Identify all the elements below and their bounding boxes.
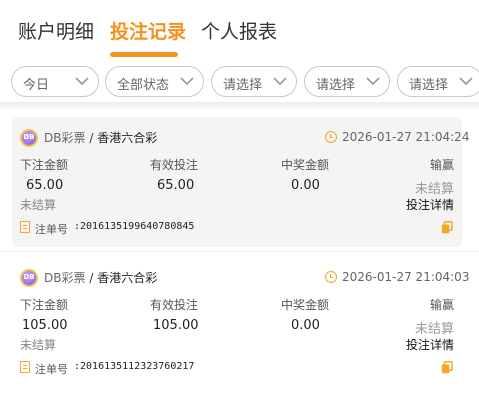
status-filter-value: 全部状态 <box>117 78 170 93</box>
chevron-down-icon <box>366 77 380 86</box>
valid-bet-header: 有效投注 <box>150 298 199 312</box>
order-number: :2016135199640780845 <box>74 221 195 232</box>
settlement-status: 未结算 <box>20 198 57 212</box>
bet-amount-header: 下注金额 <box>20 158 69 172</box>
game-filter-value: 请选择 <box>409 78 449 93</box>
win-loss-header: 输赢 <box>429 298 454 312</box>
game-title: DB彩票 / 香港六合彩 <box>44 269 157 286</box>
clock-icon <box>325 271 337 283</box>
date-filter[interactable]: 今日 <box>11 66 99 97</box>
valid-bet-value: 105.00 <box>153 318 199 333</box>
order-number-label: 注单号 <box>35 363 68 376</box>
bet-detail-link[interactable]: 投注详情 <box>406 196 454 213</box>
tab-bet-records[interactable]: 投注记录 <box>110 17 186 44</box>
status-filter[interactable]: 全部状态 <box>105 66 204 97</box>
platform-filter-value: 请选择 <box>223 78 263 93</box>
game-name: 香港六合彩 <box>97 131 158 145</box>
provider-name: DB彩票 <box>44 131 86 145</box>
lottery-game-icon: DB <box>20 129 38 147</box>
bet-time: 2026-01-27 21:04:24 <box>342 130 470 144</box>
settlement-status: 未结算 <box>20 338 57 352</box>
bet-record-card[interactable]: DB DB彩票 / 香港六合彩 2026-01-27 21:04:03 下注金额… <box>12 257 469 385</box>
clipboard-icon <box>20 221 30 233</box>
win-loss-value: 未结算 <box>414 322 454 337</box>
platform-filter[interactable]: 请选择 <box>211 66 297 97</box>
tab-personal-report[interactable]: 个人报表 <box>201 17 277 44</box>
valid-bet-value: 65.00 <box>157 178 195 193</box>
win-amount-header: 中奖金额 <box>281 298 330 312</box>
win-amount-header: 中奖金额 <box>281 158 330 172</box>
clipboard-icon <box>20 361 30 373</box>
game-name: 香港六合彩 <box>97 271 158 285</box>
title-separator: / <box>89 131 94 145</box>
date-filter-value: 今日 <box>23 78 50 93</box>
lottery-game-icon: DB <box>20 269 38 287</box>
filter-bar: 今日 全部状态 请选择 请选择 请选择 <box>0 62 479 102</box>
order-number: :2016135112323760217 <box>74 361 195 372</box>
tab-bar: 账户明细 投注记录 个人报表 <box>0 0 479 62</box>
copy-icon[interactable] <box>441 361 453 374</box>
copy-icon[interactable] <box>441 221 453 234</box>
win-amount-value: 0.00 <box>291 318 320 333</box>
chevron-down-icon <box>273 77 287 86</box>
card-divider <box>0 251 479 252</box>
bet-amount-header: 下注金额 <box>20 298 69 312</box>
bet-amount-value: 65.00 <box>26 178 64 193</box>
bet-time: 2026-01-27 21:04:03 <box>342 270 470 284</box>
bet-detail-link[interactable]: 投注详情 <box>406 336 454 353</box>
provider-name: DB彩票 <box>44 271 86 285</box>
game-filter[interactable]: 请选择 <box>397 66 479 97</box>
chevron-down-icon <box>75 77 89 86</box>
game-title: DB彩票 / 香港六合彩 <box>44 129 157 146</box>
win-loss-header: 输赢 <box>429 158 454 172</box>
chevron-down-icon <box>459 77 473 86</box>
filter-shadow <box>0 102 479 110</box>
chevron-down-icon <box>180 77 194 86</box>
clock-icon <box>325 131 337 143</box>
game-type-filter-value: 请选择 <box>316 78 356 93</box>
win-loss-value: 未结算 <box>414 182 454 197</box>
active-tab-indicator <box>110 52 178 57</box>
bet-record-card[interactable]: DB DB彩票 / 香港六合彩 2026-01-27 21:04:24 下注金额… <box>12 117 469 247</box>
bet-amount-value: 105.00 <box>22 318 68 333</box>
order-number-label: 注单号 <box>35 223 68 236</box>
game-type-filter[interactable]: 请选择 <box>304 66 390 97</box>
tab-account-details[interactable]: 账户明细 <box>18 17 94 44</box>
title-separator: / <box>89 271 94 285</box>
valid-bet-header: 有效投注 <box>150 158 199 172</box>
win-amount-value: 0.00 <box>291 178 320 193</box>
